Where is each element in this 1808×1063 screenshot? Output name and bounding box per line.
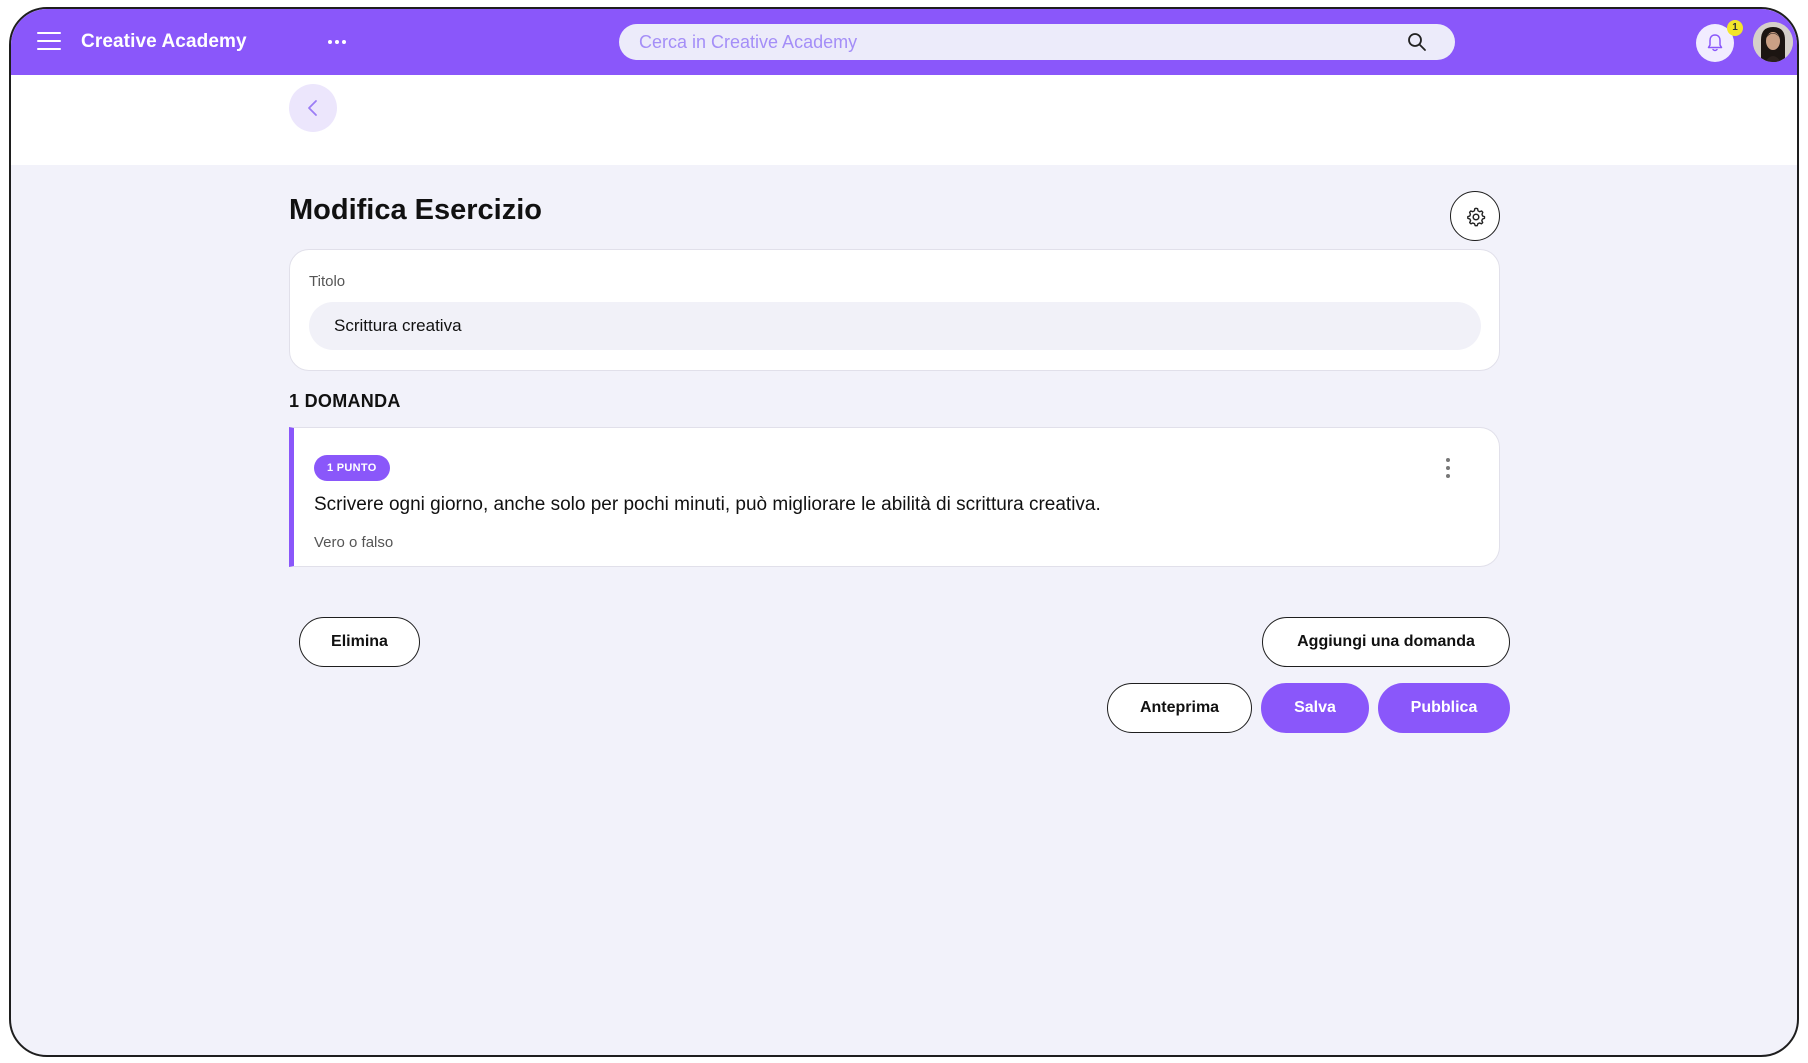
settings-button[interactable] bbox=[1450, 191, 1500, 241]
points-badge: 1 PUNTO bbox=[314, 455, 390, 481]
title-input[interactable] bbox=[309, 302, 1481, 350]
add-question-button[interactable]: Aggiungi una domanda bbox=[1262, 617, 1510, 667]
search-input[interactable] bbox=[639, 24, 1399, 60]
app-title[interactable]: Creative Academy bbox=[81, 31, 247, 53]
question-type: Vero o falso bbox=[314, 534, 394, 551]
question-text: Scrivere ogni giorno, anche solo per poc… bbox=[314, 494, 1101, 515]
save-button[interactable]: Salva bbox=[1261, 683, 1369, 733]
back-button[interactable] bbox=[289, 84, 337, 132]
user-avatar-icon bbox=[1753, 22, 1793, 62]
gear-icon bbox=[1467, 207, 1486, 227]
preview-button[interactable]: Anteprima bbox=[1107, 683, 1252, 733]
title-card: Titolo bbox=[289, 249, 1500, 371]
notification-badge: 1 bbox=[1727, 20, 1743, 36]
bell-icon bbox=[1707, 34, 1723, 52]
avatar[interactable] bbox=[1753, 22, 1793, 62]
title-field-label: Titolo bbox=[309, 273, 346, 290]
menu-icon[interactable] bbox=[37, 32, 61, 50]
question-count-heading: 1 DOMANDA bbox=[289, 391, 401, 411]
chevron-left-icon bbox=[308, 100, 317, 116]
question-card[interactable]: 1 PUNTO Scrivere ogni giorno, anche solo… bbox=[289, 427, 1500, 567]
more-vertical-icon[interactable] bbox=[1443, 456, 1453, 480]
page-title: Modifica Esercizio bbox=[289, 194, 543, 226]
sub-toolbar bbox=[11, 75, 1797, 165]
publish-button[interactable]: Pubblica bbox=[1378, 683, 1510, 733]
search-icon[interactable] bbox=[1407, 32, 1427, 52]
search-bar bbox=[619, 24, 1455, 60]
delete-button[interactable]: Elimina bbox=[299, 617, 420, 667]
more-horizontal-icon[interactable] bbox=[326, 37, 348, 47]
top-header: Creative Academy 1 bbox=[11, 9, 1797, 75]
